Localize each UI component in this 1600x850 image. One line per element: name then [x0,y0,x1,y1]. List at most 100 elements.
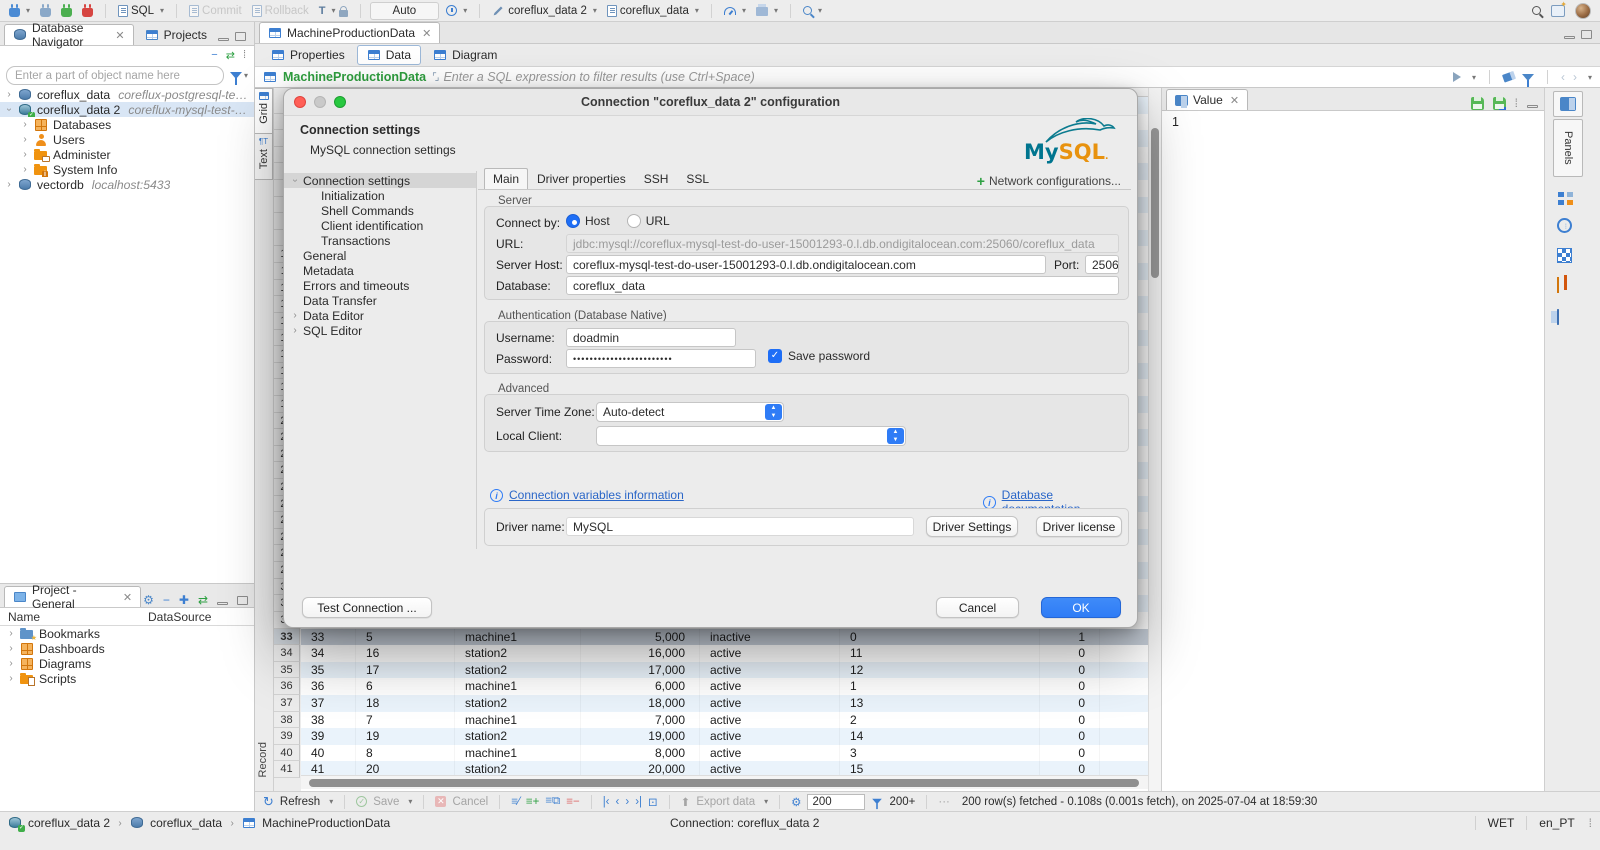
tree-chevron-icon[interactable]: › [290,310,300,321]
table-cell[interactable]: 19 [356,728,455,745]
perspective-button[interactable] [1548,0,1568,20]
cancel-button[interactable]: Cancel [936,597,1019,618]
filter-funnel-icon[interactable] [1521,73,1534,87]
tree-item-coreflux-data-2[interactable]: › coreflux_data 2 coreflux-mysql-test-do-u… [0,102,254,117]
row-number[interactable]: 34 [274,645,300,662]
cancel-button[interactable]: Cancel [452,796,488,808]
dashboard-button[interactable]: ▾ [721,2,749,20]
refresh-icon[interactable]: ↻ [263,794,274,810]
minimize-icon[interactable] [1527,104,1538,108]
expand-icon[interactable]: ✚ [179,593,189,607]
new-sql-editor-button[interactable]: SQL ▾ [115,2,167,20]
apply-filter-icon[interactable] [1452,72,1461,82]
collapse-icon[interactable]: − [163,593,170,607]
export-data-button[interactable]: Export data [696,796,755,808]
tree-item-coreflux-data[interactable]: › coreflux_data coreflux-postgresql-test-.… [0,87,254,102]
table-cell[interactable]: 0 [1040,711,1100,729]
ok-button[interactable]: OK [1041,597,1121,618]
first-row-icon[interactable]: |‹ [603,796,610,808]
last-row-icon[interactable]: ›| [635,796,642,808]
close-icon[interactable]: ✕ [123,591,132,604]
column-datasource[interactable]: DataSource [148,610,211,624]
database-field[interactable]: coreflux_data [566,276,1119,295]
collapse-all-icon[interactable]: − [211,49,217,61]
dialog-nav-errors-and-timeouts[interactable]: Errors and timeouts [284,278,476,293]
active-database-combo[interactable]: coreflux_data ▾ [604,2,702,20]
rollback-button[interactable]: Rollback [249,2,312,20]
table-cell[interactable]: 8 [356,744,455,762]
fetch-more-button[interactable]: 200+ [889,796,915,808]
table-cell[interactable]: 5,000 [581,628,700,646]
focus-row-icon[interactable]: ⊡ [648,795,658,809]
row-number[interactable]: 37 [274,694,300,712]
search-button[interactable]: ▾ [800,2,825,20]
table-row[interactable]: 39 19 station2 19,000 active 14 0 [301,728,1148,745]
table-cell[interactable]: 2 [840,711,1040,729]
save-button[interactable]: Save [373,796,399,808]
tree-item-databases[interactable]: › Databases [0,117,254,132]
kebab-menu-icon[interactable]: ⁞ [1515,96,1518,110]
reconnect-button[interactable] [58,2,75,20]
table-cell[interactable]: active [700,711,840,729]
tab-project-general[interactable]: Project - General ✕ [4,583,142,611]
scrollbar-thumb[interactable] [1151,128,1159,278]
test-connection-button[interactable]: Test Connection ... [302,597,432,618]
dialog-nav-initialization[interactable]: Initialization [284,188,476,203]
commit-mode-combo[interactable]: Auto [369,1,440,20]
tab-projects[interactable]: Projects [136,24,216,45]
table-cell[interactable]: 35 [301,661,356,679]
tree-chevron-icon[interactable]: › [4,89,14,100]
aggregate-panel-icon[interactable] [1557,277,1559,293]
dialog-nav-client-identification[interactable]: Client identification [284,218,476,233]
add-row-icon[interactable]: ≡+ [526,796,539,808]
kebab-menu-icon[interactable]: ⁞ [243,49,246,61]
minimize-window-button[interactable] [314,96,326,108]
table-cell[interactable]: 6,000 [581,678,700,695]
minimize-icon[interactable] [217,601,228,605]
project-item-dashboards[interactable]: › Dashboards [0,641,254,656]
dialog-nav-sql-editor[interactable]: › SQL Editor [284,323,476,338]
prev-row-icon[interactable]: ‹ [616,796,620,808]
value-viewer-panel-icon[interactable] [1557,309,1575,328]
new-connection-button[interactable]: ▾ [6,2,33,20]
table-cell[interactable]: 38 [301,711,356,729]
sql-filter-input[interactable]: Enter a SQL expression to filter results… [443,70,754,84]
zoom-window-button[interactable] [334,96,346,108]
dialog-nav-shell-commands[interactable]: Shell Commands [284,203,476,218]
dialog-nav-data-transfer[interactable]: Data Transfer [284,293,476,308]
table-cell[interactable]: 1 [1040,628,1100,646]
row-number[interactable]: 40 [274,744,300,762]
chevron-down-icon[interactable]: ▾ [1588,73,1592,82]
table-cell[interactable]: 16 [356,645,455,662]
table-cell[interactable]: 3 [840,744,1040,762]
duplicate-row-icon[interactable]: ≡⧉ [545,795,560,808]
table-row[interactable]: 36 6 machine1 6,000 active 1 0 [301,678,1148,695]
connect-button[interactable] [37,2,54,20]
row-number[interactable]: 41 [274,761,300,778]
subtab-properties[interactable]: Properties [261,45,355,65]
table-cell[interactable]: 0 [840,628,1040,646]
transaction-log-button[interactable]: ▾ [443,2,470,20]
row-number[interactable]: 38 [274,711,300,729]
table-cell[interactable]: 33 [301,628,356,646]
dialog-tab-driver-properties[interactable]: Driver properties [528,168,635,189]
breadcrumb-item[interactable]: coreflux_data [150,816,222,830]
minimize-icon[interactable] [218,38,229,41]
table-cell[interactable]: active [700,728,840,745]
url-radio[interactable] [626,214,641,228]
dialog-nav-metadata[interactable]: Metadata [284,263,476,278]
object-filter-input[interactable] [6,66,224,85]
table-cell[interactable]: station2 [455,661,581,679]
clear-filter-icon[interactable] [1501,71,1516,83]
expand-icon[interactable]: ⌜⌟ [432,72,440,83]
tree-chevron-icon[interactable]: › [20,149,30,160]
table-cell[interactable]: 5 [356,628,455,646]
refresh-button[interactable]: Refresh [280,796,320,808]
tab-value[interactable]: Value ✕ [1166,89,1249,110]
table-cell[interactable]: 12 [840,661,1040,679]
tree-chevron-icon[interactable]: › [290,325,300,336]
next-row-icon[interactable]: › [625,796,629,808]
subtab-diagram[interactable]: Diagram [423,45,507,65]
metadata-panel-icon[interactable] [1557,248,1572,263]
table-cell[interactable]: active [700,694,840,712]
